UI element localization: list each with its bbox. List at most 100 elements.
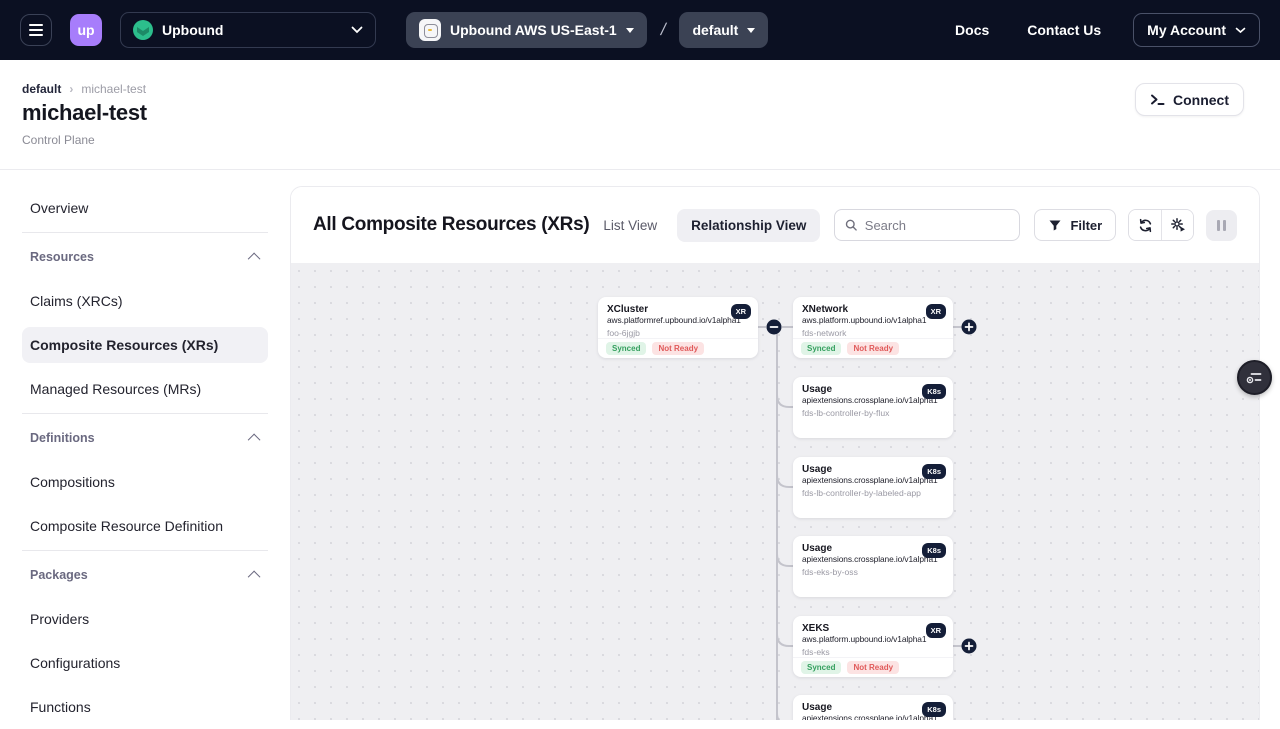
relationship-graph-canvas[interactable]: XCluster aws.platformref.upbound.io/v1al… <box>291 263 1259 720</box>
nav-link-docs[interactable]: Docs <box>955 22 989 38</box>
organization-selector[interactable]: Upbound <box>120 12 376 48</box>
filter-label: Filter <box>1070 218 1102 233</box>
graph-node-xeks[interactable]: XEKS aws.platform.upbound.io/v1alpha1 fd… <box>793 616 953 677</box>
search-box[interactable] <box>834 209 1020 241</box>
control-plane-name: default <box>692 22 738 38</box>
sidebar-item-claims[interactable]: Claims (XRCs) <box>22 279 268 323</box>
main-panel: All Composite Resources (XRs) List View … <box>290 186 1260 720</box>
refresh-icon <box>1138 218 1153 233</box>
sidebar-item-providers[interactable]: Providers <box>22 597 268 641</box>
expand-node-button[interactable] <box>962 639 977 654</box>
caret-down-icon <box>626 28 634 33</box>
graph-legend-button[interactable] <box>1237 360 1272 395</box>
chevron-up-icon <box>248 570 261 583</box>
main-toolbar: All Composite Resources (XRs) List View … <box>291 187 1259 263</box>
ready-status-badge: Not Ready <box>847 342 899 355</box>
node-name: fds-lb-controller-by-labeled-app <box>802 488 944 498</box>
page-header: default › michael-test michael-test Cont… <box>0 60 1280 170</box>
graph-node-usage[interactable]: Usage apiextensions.crossplane.io/v1alph… <box>793 377 953 438</box>
kind-badge: K8s <box>922 543 946 558</box>
sidebar-section-resources[interactable]: Resources <box>22 235 268 279</box>
kind-badge: K8s <box>922 702 946 717</box>
nav-link-contact-us[interactable]: Contact Us <box>1027 22 1101 38</box>
view-toggle: List View Relationship View <box>589 209 820 242</box>
app-page: up Upbound Upbound AWS US-East-1 / defau… <box>0 0 1280 720</box>
sidebar-section-packages[interactable]: Packages <box>22 553 268 597</box>
graph-node-xcluster[interactable]: XCluster aws.platformref.upbound.io/v1al… <box>598 297 758 358</box>
sidebar-item-compositions[interactable]: Compositions <box>22 460 268 504</box>
kind-badge: XR <box>731 304 751 319</box>
relationship-view-tab[interactable]: Relationship View <box>677 209 820 242</box>
chevron-up-icon <box>248 433 261 446</box>
ready-status-badge: Not Ready <box>847 661 899 674</box>
divider <box>22 550 268 551</box>
breadcrumb: default › michael-test <box>22 82 146 96</box>
graph-node-usage[interactable]: Usage apiextensions.crossplane.io/v1alph… <box>793 695 953 720</box>
graph-node-usage[interactable]: Usage apiextensions.crossplane.io/v1alph… <box>793 536 953 597</box>
upbound-logo[interactable]: up <box>70 14 102 46</box>
path-separator: / <box>659 20 668 40</box>
group-name: Upbound AWS US-East-1 <box>450 22 617 38</box>
node-name: fds-lb-controller-by-flux <box>802 408 944 418</box>
connect-button[interactable]: Connect <box>1135 83 1244 116</box>
page-subtitle: Control Plane <box>22 133 95 147</box>
top-navbar: up Upbound Upbound AWS US-East-1 / defau… <box>0 0 1280 60</box>
pause-button[interactable] <box>1206 210 1237 241</box>
graph-edges <box>291 263 1259 720</box>
divider <box>22 413 268 414</box>
graph-node-xnetwork[interactable]: XNetwork aws.platform.upbound.io/v1alpha… <box>793 297 953 358</box>
node-kind: XCluster <box>607 304 749 315</box>
refresh-button[interactable] <box>1129 210 1161 240</box>
expand-node-button[interactable] <box>962 320 977 335</box>
synced-status-badge: Synced <box>801 342 841 355</box>
sidebar-item-managed-resources[interactable]: Managed Resources (MRs) <box>22 367 268 411</box>
control-plane-selector[interactable]: default <box>679 12 768 48</box>
terminal-icon <box>1150 93 1165 106</box>
sidebar: Overview Resources Claims (XRCs) Composi… <box>0 171 290 720</box>
collapse-node-button[interactable] <box>767 320 782 335</box>
sidebar-section-definitions[interactable]: Definitions <box>22 416 268 460</box>
organization-name: Upbound <box>162 22 342 38</box>
node-name: fds-eks <box>802 647 944 657</box>
hamburger-menu-button[interactable] <box>20 14 52 46</box>
graph-node-usage[interactable]: Usage apiextensions.crossplane.io/v1alph… <box>793 457 953 518</box>
sidebar-item-functions[interactable]: Functions <box>22 685 268 729</box>
my-account-label: My Account <box>1147 22 1226 38</box>
sidebar-item-composite-resources[interactable]: Composite Resources (XRs) <box>22 327 268 363</box>
group-icon <box>419 19 441 41</box>
group-selector[interactable]: Upbound AWS US-East-1 <box>406 12 647 48</box>
chevron-down-icon <box>1235 27 1246 34</box>
chevron-up-icon <box>248 252 261 265</box>
breadcrumb-current: michael-test <box>81 82 146 96</box>
synced-status-badge: Synced <box>606 342 646 355</box>
page-title: michael-test <box>22 100 147 126</box>
chevron-down-icon <box>351 26 363 34</box>
sidebar-item-configurations[interactable]: Configurations <box>22 641 268 685</box>
search-input[interactable] <box>865 218 1010 233</box>
list-view-tab[interactable]: List View <box>589 209 671 242</box>
sidebar-item-composite-resource-definition[interactable]: Composite Resource Definition <box>22 504 268 548</box>
kind-badge: K8s <box>922 464 946 479</box>
node-name: foo-6jgjb <box>607 328 749 338</box>
breadcrumb-parent[interactable]: default <box>22 82 61 96</box>
main-title: All Composite Resources (XRs) <box>313 214 589 236</box>
divider <box>22 232 268 233</box>
node-name: fds-network <box>802 328 944 338</box>
kind-badge: K8s <box>922 384 946 399</box>
ready-status-badge: Not Ready <box>652 342 704 355</box>
kind-badge: XR <box>926 304 946 319</box>
node-api-version: aws.platform.upbound.io/v1alpha1 <box>802 634 944 644</box>
graph-actions <box>1128 209 1194 241</box>
caret-down-icon <box>747 28 755 33</box>
gear-play-icon <box>1170 217 1186 233</box>
my-account-menu[interactable]: My Account <box>1133 13 1260 47</box>
node-api-version: aws.platform.upbound.io/v1alpha1 <box>802 315 944 325</box>
breadcrumb-chevron-icon: › <box>69 82 73 96</box>
auto-run-settings-button[interactable] <box>1161 210 1193 240</box>
synced-status-badge: Synced <box>801 661 841 674</box>
filter-button[interactable]: Filter <box>1034 209 1116 241</box>
sidebar-item-overview[interactable]: Overview <box>22 186 268 230</box>
node-kind: XEKS <box>802 623 944 634</box>
kind-badge: XR <box>926 623 946 638</box>
node-name: fds-eks-by-oss <box>802 567 944 577</box>
